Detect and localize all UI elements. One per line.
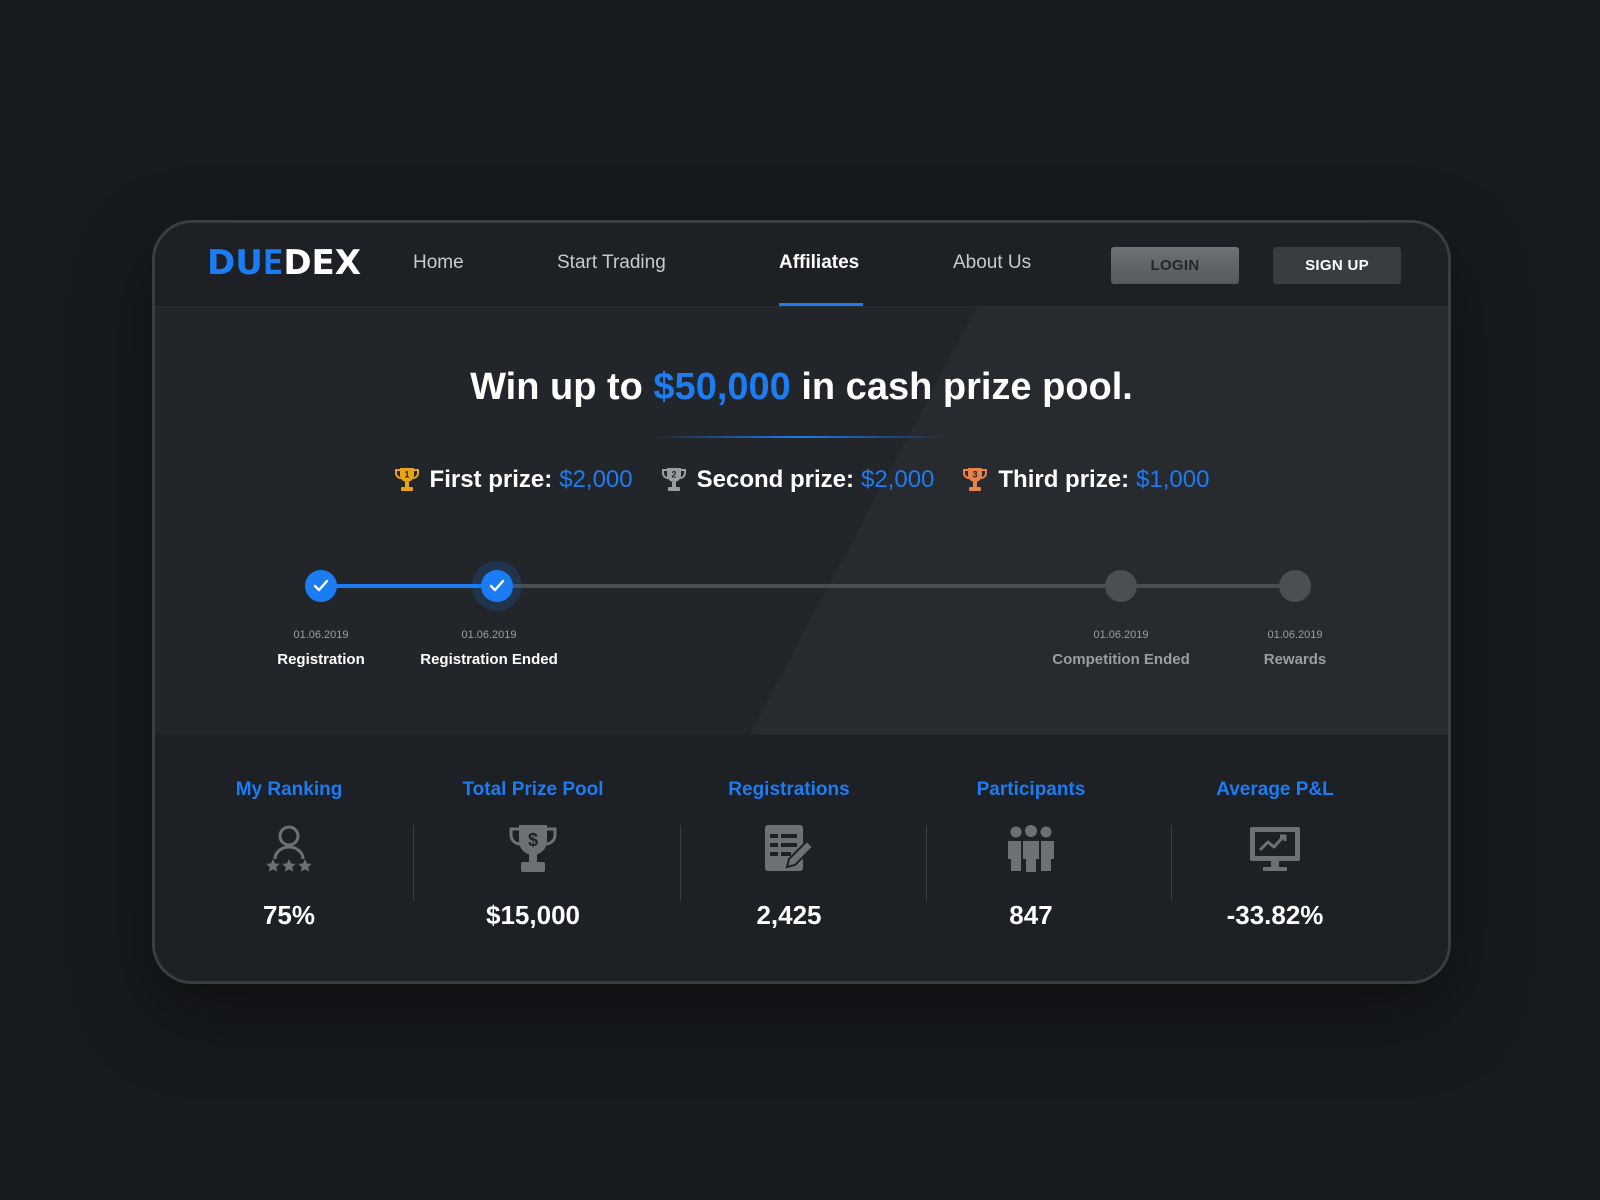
headline: Win up to $50,000 in cash prize pool. <box>470 366 1133 408</box>
duedex-logo[interactable]: DUEDEX <box>207 243 361 283</box>
stat-divider <box>680 825 681 901</box>
timeline-progress-done <box>321 584 497 588</box>
third-prize-rank: 3 <box>973 470 978 480</box>
app-window: DUEDEX Home Start Trading Affiliates Abo… <box>152 220 1451 984</box>
timeline-progress-remaining <box>497 584 1293 588</box>
stat-value: $15,000 <box>486 900 580 930</box>
stat-divider <box>413 825 414 901</box>
gold-trophy-icon: 1 <box>394 468 419 491</box>
nav-start-trading[interactable]: Start Trading <box>557 251 666 275</box>
nav-home[interactable]: Home <box>413 251 464 275</box>
checkmark-icon <box>313 579 329 592</box>
bronze-trophy-icon: 3 <box>963 468 988 491</box>
headline-underline <box>650 436 950 438</box>
top-navigation: DUEDEX Home Start Trading Affiliates Abo… <box>155 223 1448 307</box>
nav-about-us[interactable]: About Us <box>953 251 1031 275</box>
stat-title: Participants <box>976 779 1086 800</box>
second-prize-value: $2,000 <box>860 466 935 493</box>
stat-value: 847 <box>1009 900 1053 930</box>
competition-stats: My Ranking 75% Total Prize Pool $ $15,00… <box>155 735 1448 981</box>
second-prize: 2 Second prize: $2,000 <box>661 465 935 495</box>
step-date-rewards: 01.06.2019 <box>1267 629 1323 641</box>
first-prize-value: $2,000 <box>559 466 633 493</box>
signup-button[interactable]: SIGN UP <box>1273 247 1401 284</box>
stat-title: My Ranking <box>235 779 343 800</box>
stat-divider <box>1171 825 1172 901</box>
monitor-chart-icon <box>1250 827 1300 871</box>
stat-title: Average P&L <box>1216 779 1334 800</box>
step-label-registration-ended: Registration Ended <box>420 651 558 668</box>
first-prize-label: First prize: <box>429 466 553 493</box>
stat-value: 75% <box>262 900 316 930</box>
nav-affiliates[interactable]: Affiliates <box>779 251 859 275</box>
step-date-registration-ended: 01.06.2019 <box>461 629 517 641</box>
participants-icon <box>1008 825 1054 874</box>
prize-list: 1 First prize: $2,000 2 Second prize: $2… <box>155 465 1448 495</box>
timeline-node-registration <box>305 570 337 602</box>
checkmark-icon <box>489 579 505 592</box>
ranking-icon <box>266 825 312 872</box>
svg-text:$: $ <box>528 830 538 850</box>
competition-hero: Win up to $50,000 in cash prize pool. 1 … <box>155 307 1448 735</box>
third-prize: 3 Third prize: $1,000 <box>962 465 1209 495</box>
step-date-registration: 01.06.2019 <box>293 629 349 641</box>
nav-active-indicator <box>779 303 863 306</box>
timeline-node-rewards <box>1279 570 1311 602</box>
stat-value: 2,425 <box>756 900 822 930</box>
trophy-dollar-icon: $ <box>509 825 557 872</box>
registration-form-icon <box>765 825 815 871</box>
step-label-competition-ended: Competition Ended <box>1052 651 1190 668</box>
first-prize-rank: 1 <box>404 470 409 480</box>
first-prize: 1 First prize: $2,000 <box>394 465 633 495</box>
stat-value: -33.82% <box>1226 900 1324 930</box>
timeline-node-competition-ended <box>1105 570 1137 602</box>
step-date-competition-ended: 01.06.2019 <box>1093 629 1149 641</box>
stat-title: Total Prize Pool <box>462 779 604 800</box>
step-label-rewards: Rewards <box>1263 651 1327 668</box>
stat-title: Registrations <box>728 779 850 800</box>
second-prize-label: Second prize: <box>696 466 854 493</box>
stat-divider <box>926 825 927 901</box>
third-prize-value: $1,000 <box>1136 466 1210 493</box>
timeline-node-registration-ended <box>481 570 513 602</box>
third-prize-label: Third prize: <box>998 466 1130 493</box>
prize-pool-amount: $50,000 <box>653 366 791 408</box>
second-prize-rank: 2 <box>671 470 676 480</box>
login-button[interactable]: LOGIN <box>1111 247 1239 284</box>
step-label-registration: Registration <box>277 651 365 668</box>
silver-trophy-icon: 2 <box>661 468 686 491</box>
